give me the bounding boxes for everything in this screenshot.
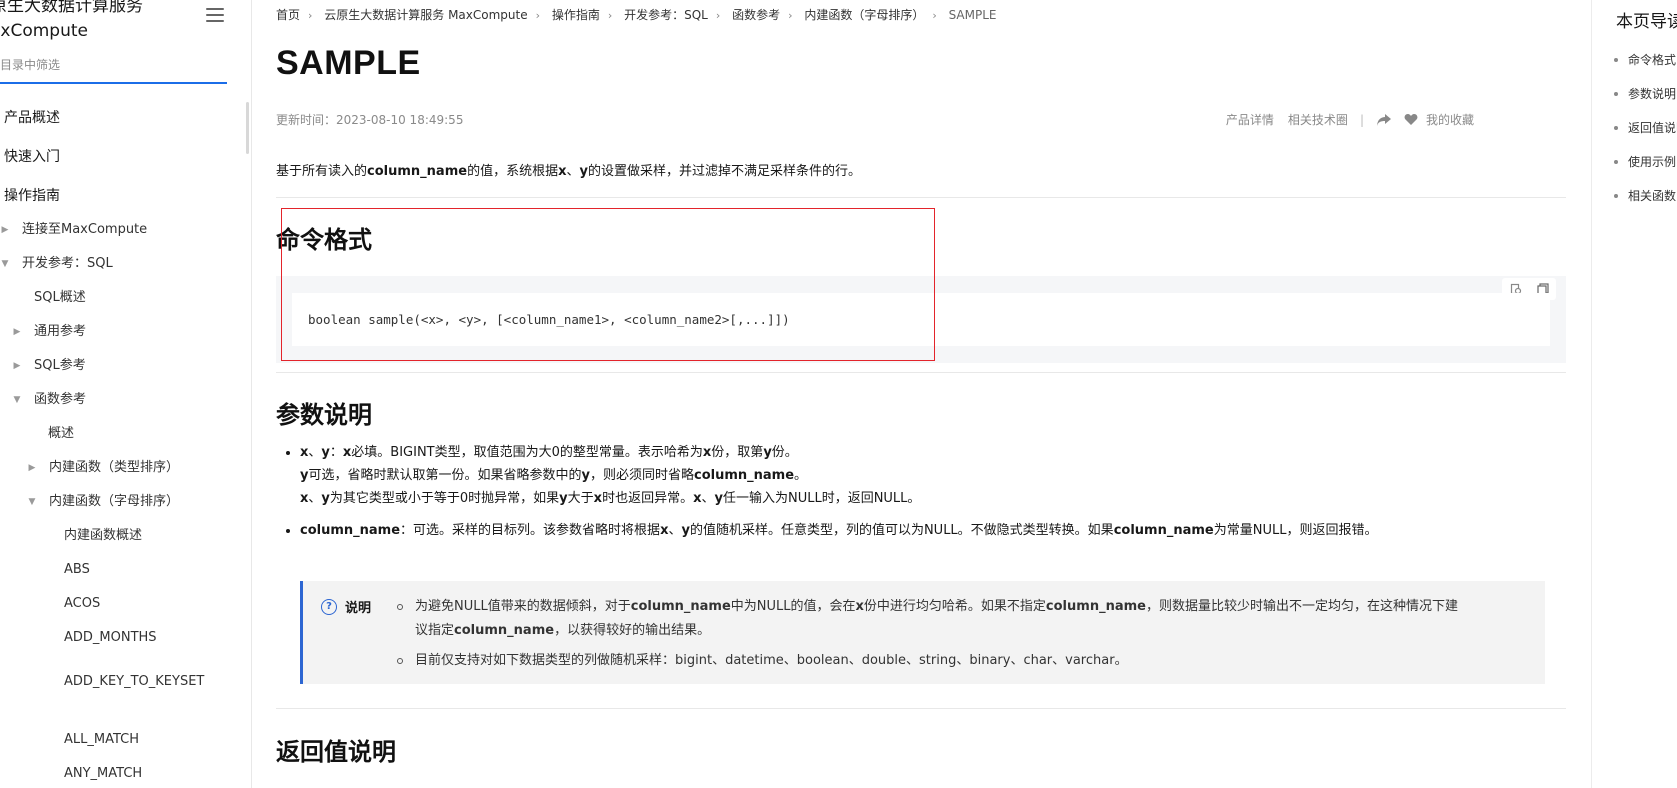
divider [276,197,1566,198]
breadcrumb-function-ref[interactable]: 函数参考 [732,8,780,22]
bullet [286,451,290,455]
product-detail-link[interactable]: 产品详情 [1226,111,1274,128]
caret-right-icon: ▶ [28,463,36,473]
note-box: ? 说明 为避免NULL值带来的数据倾斜，对于column_name中为NULL… [300,581,1545,684]
sidebar-item-sql-dev[interactable]: ▼ 开发参考：SQL [0,253,113,275]
sidebar-item-builtin-by-type[interactable]: ▶ 内建函数（类型排序） [27,457,179,479]
bullet [1614,194,1618,198]
highlight-annotation [281,208,935,361]
page-title: SAMPLE [276,44,421,82]
sidebar-item-builtin-by-letter[interactable]: ▼ 内建函数（字母排序） [27,491,179,513]
caret-down-icon: ▼ [1,259,9,269]
sidebar-item-abs[interactable]: ABS [64,559,90,581]
sidebar-item-add-months[interactable]: ADD_MONTHS [64,627,157,649]
sidebar: 原生大数据计算服务 axCompute 产品概述 快速入门 操作指南 ▶ 连接至… [0,0,252,788]
bullet [286,529,290,533]
breadcrumb-builtin-letter[interactable]: 内建函数（字母排序） [804,8,924,22]
toc-filter [0,54,227,84]
caret-right-icon: ▶ [13,327,21,337]
sidebar-item-builtin-overview[interactable]: 内建函数概述 [64,525,142,547]
sidebar-scrollbar[interactable] [246,102,249,154]
sidebar-item-product-overview[interactable]: 产品概述 [4,107,60,129]
list-item: 目前仅支持对如下数据类型的列做随机采样：bigint、datetime、bool… [397,649,1128,673]
section-heading-returns: 返回值说明 [276,738,396,766]
toc-title: 本页导读 [1616,12,1677,32]
sidebar-item-any-match[interactable]: ANY_MATCH [64,763,142,785]
toc-item-related[interactable]: 相关函数 [1628,187,1676,204]
breadcrumb-operation-guide[interactable]: 操作指南 [552,8,600,22]
heart-icon[interactable] [1404,113,1418,126]
sidebar-item-operation-guide[interactable]: 操作指南 [4,185,60,207]
breadcrumb-home[interactable]: 首页 [276,8,300,22]
bullet [397,604,403,610]
list-item: 为避免NULL值带来的数据倾斜，对于column_name中为NULL的值，会在… [397,595,1525,643]
caret-right-icon: ▶ [13,361,21,371]
filter-input[interactable] [0,54,208,76]
bullet [1614,126,1618,130]
toc-item-syntax[interactable]: 命令格式 [1628,51,1676,68]
breadcrumb-current: SAMPLE [948,8,997,22]
breadcrumb-maxcompute[interactable]: 云原生大数据计算服务 MaxCompute [324,8,527,22]
question-circle-icon: ? [321,598,337,615]
caret-down-icon: ▼ [28,497,36,507]
sidebar-item-add-key-to-keyset[interactable]: ADD_KEY_TO_KEYSET [64,671,214,715]
tech-forum-link[interactable]: 相关技术圈 [1288,111,1348,128]
sidebar-item-function-ref[interactable]: ▼ 函数参考 [12,389,86,411]
page-toc: 本页导读 命令格式 参数说明 返回值说明 使用示例 相关函数 [1591,0,1677,788]
divider: | [1359,112,1364,127]
divider [276,372,1566,373]
intro-text: 基于所有读入的column_name的值，系统根据x、y的设置做采样，并过滤掉不… [276,164,861,179]
sidebar-item-all-match[interactable]: ALL_MATCH [64,729,139,751]
caret-down-icon: ▼ [13,395,21,405]
my-favorites-link[interactable]: 我的收藏 [1426,111,1474,128]
bullet [397,658,403,664]
product-title[interactable]: 原生大数据计算服务 axCompute [0,0,200,44]
product-title-line1: 原生大数据计算服务 [0,0,143,16]
toc-item-examples[interactable]: 使用示例 [1628,153,1676,170]
section-heading-params: 参数说明 [276,401,372,429]
sidebar-item-sql-ref[interactable]: ▶ SQL参考 [12,355,86,377]
bullet [1614,92,1618,96]
divider [276,708,1566,709]
sidebar-item-sql-overview[interactable]: SQL概述 [34,287,86,309]
sidebar-item-quick-start[interactable]: 快速入门 [4,146,60,168]
note-label: ? 说明 [321,597,371,616]
sidebar-item-acos[interactable]: ACOS [64,593,100,615]
bullet [1614,58,1618,62]
sidebar-item-func-overview[interactable]: 概述 [48,423,74,445]
bullet [1614,160,1618,164]
toc-item-params[interactable]: 参数说明 [1628,85,1676,102]
breadcrumb-sql[interactable]: 开发参考：SQL [624,8,708,22]
menu-icon[interactable] [206,8,224,24]
sidebar-item-connect[interactable]: ▶ 连接至MaxCompute [0,219,148,241]
product-title-line2: axCompute [0,21,88,41]
sidebar-item-common-ref[interactable]: ▶ 通用参考 [12,321,86,343]
share-icon[interactable] [1376,113,1392,127]
update-time: 更新时间：2023-08-10 18:49:55 [276,113,464,127]
toc-item-returns[interactable]: 返回值说明 [1628,119,1677,136]
main-content: 首页 › 云原生大数据计算服务 MaxCompute › 操作指南 › 开发参考：SQ… [252,0,1592,788]
breadcrumb: 首页 › 云原生大数据计算服务 MaxCompute › 操作指南 › 开发参考：SQ… [276,8,997,22]
doc-actions: 产品详情 相关技术圈 | 我的收藏 [1212,111,1474,128]
caret-right-icon: ▶ [1,225,9,235]
